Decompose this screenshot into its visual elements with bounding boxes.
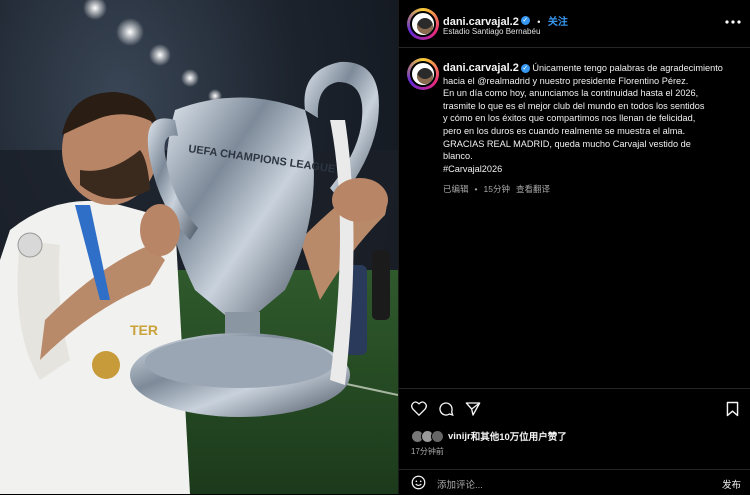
post-viewer: UEFA CHAMPIONS LEAGUE TER dani.carvajal.… — [0, 0, 750, 494]
caption-line: GRACIAS REAL MADRID, queda mucho Carvaja… — [443, 138, 691, 149]
likes-text: 和其他10万位用户赞了 — [470, 432, 567, 443]
post-header: dani.carvajal.2 ✓ • 关注 Estadio Santiago B… — [399, 0, 750, 48]
caption-line: En un día como hoy, anunciamos la contin… — [443, 88, 699, 99]
post-actions: vinijr 和其他10万位用户赞了 17分钟前 添加评论... 发布 — [399, 388, 750, 495]
caption-username[interactable]: dani.carvajal.2 — [443, 62, 519, 74]
follow-button[interactable]: 关注 — [548, 17, 568, 28]
caption-line: trasmite lo que es el mejor club del mun… — [443, 100, 705, 111]
caption-meta: 已编辑 • 15分钟 查看翻译 — [443, 183, 556, 195]
see-translation-link[interactable]: 查看翻译 — [516, 184, 550, 194]
likes-username[interactable]: vinijr — [448, 431, 471, 442]
post-timestamp: 17分钟前 — [411, 447, 444, 456]
caption-avatar[interactable] — [410, 61, 436, 87]
verified-badge-icon: ✓ — [520, 16, 530, 26]
header-separator: • — [537, 17, 541, 27]
more-horizontal-icon[interactable] — [725, 12, 741, 28]
share-icon[interactable] — [465, 401, 481, 422]
time-ago: 15分钟 — [483, 184, 510, 194]
caption-line: hacia el @realmadrid y nuestro president… — [443, 75, 689, 86]
caption-line: blanco. — [443, 151, 473, 162]
author-avatar[interactable] — [410, 11, 436, 37]
post-comment-button[interactable]: 发布 — [722, 477, 741, 491]
post-location[interactable]: Estadio Santiago Bernabéu — [443, 27, 540, 36]
caption-line: Únicamente tengo palabras de agradecimie… — [532, 63, 723, 73]
jersey-text: TER — [130, 322, 158, 338]
caption-line: y cómo en los éxitos que compartimos nos… — [443, 113, 696, 124]
caption-avatar-ring[interactable] — [407, 58, 439, 90]
bookmark-icon[interactable] — [726, 401, 739, 422]
edited-label: 已编辑 — [443, 184, 469, 194]
stadium-lights — [83, 0, 222, 103]
comment-icon[interactable] — [438, 401, 454, 422]
caption-hashtag[interactable]: #Carvajal2026 — [443, 163, 743, 176]
emoji-icon[interactable] — [411, 475, 426, 495]
likes-summary[interactable]: vinijr 和其他10万位用户赞了 — [411, 429, 567, 443]
post-photo[interactable]: UEFA CHAMPIONS LEAGUE TER — [0, 0, 398, 494]
post-side-panel: dani.carvajal.2 ✓ • 关注 Estadio Santiago B… — [398, 0, 750, 494]
heart-icon[interactable] — [411, 401, 427, 421]
photo-illustration: UEFA CHAMPIONS LEAGUE TER — [0, 0, 398, 494]
comment-bar: 添加评论... 发布 — [399, 469, 750, 495]
post-caption: dani.carvajal.2 ✓ Únicamente tengo palabr… — [443, 62, 743, 175]
caption-line: pero en los duros es cuando realmente se… — [443, 125, 686, 136]
comment-input[interactable]: 添加评论... — [437, 477, 483, 491]
dot-separator: • — [474, 184, 478, 194]
author-avatar-ring[interactable] — [407, 8, 439, 40]
liker-avatar — [431, 429, 444, 443]
caption-verified-icon: ✓ — [520, 64, 530, 74]
